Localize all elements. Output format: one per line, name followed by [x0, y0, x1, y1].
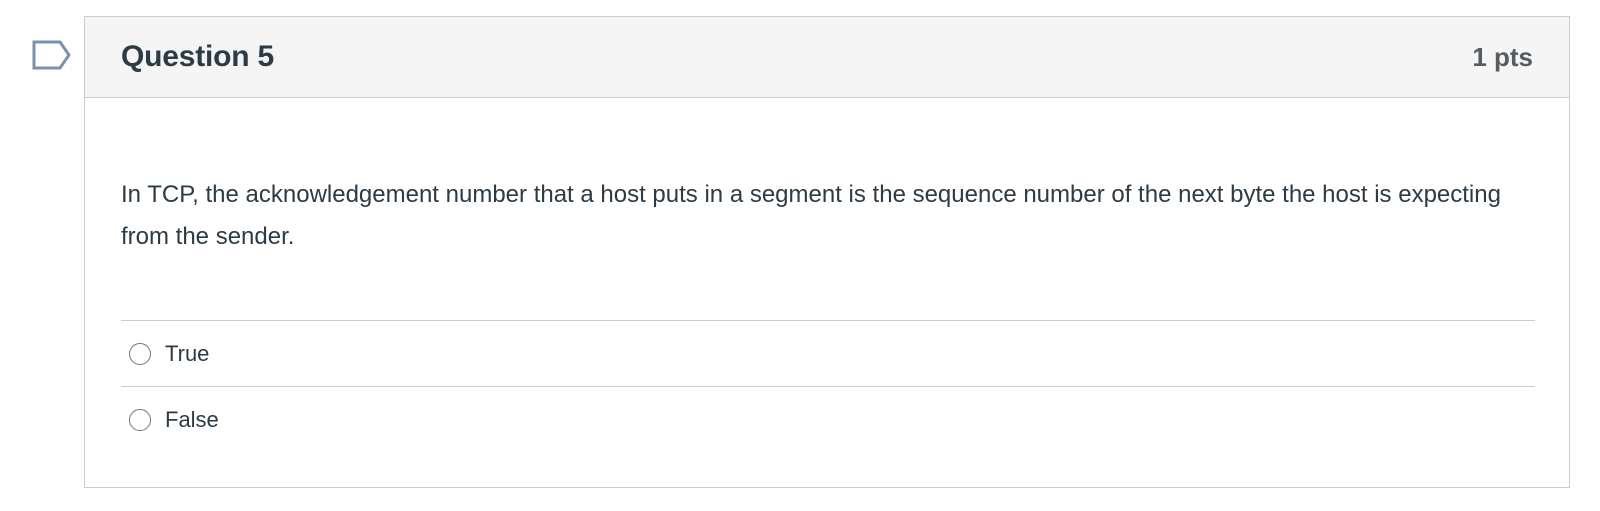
question-header: Question 5 1 pts [85, 17, 1569, 98]
answer-option-false[interactable]: False [121, 386, 1535, 452]
answer-label: True [165, 340, 210, 366]
question-title: Question 5 [121, 40, 275, 73]
question-card: Question 5 1 pts In TCP, the acknowledge… [84, 16, 1570, 488]
answer-list: True False [121, 320, 1535, 452]
answer-option-true[interactable]: True [121, 320, 1535, 386]
flag-question-icon[interactable] [32, 40, 72, 70]
radio-unchecked-icon[interactable] [129, 408, 151, 431]
answer-label: False [165, 406, 219, 432]
question-body: In TCP, the acknowledgement number that … [85, 98, 1569, 452]
question-points: 1 pts [1472, 41, 1533, 72]
question-text: In TCP, the acknowledgement number that … [121, 181, 1501, 250]
radio-unchecked-icon[interactable] [129, 342, 151, 365]
